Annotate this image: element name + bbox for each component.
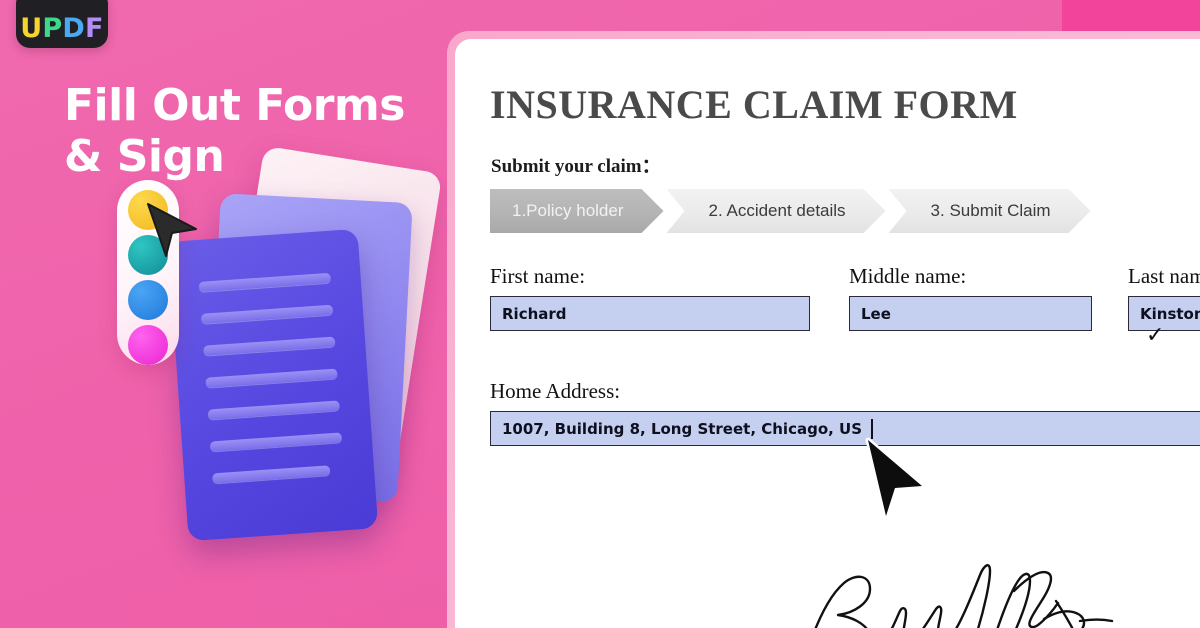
middle-name-input[interactable]: Lee bbox=[849, 296, 1092, 331]
home-address-value: 1007, Building 8, Long Street, Chicago, … bbox=[502, 419, 863, 438]
submit-claim-label: Submit your claim： bbox=[491, 156, 661, 177]
home-address-group: Home Address: 1007, Building 8, Long Str… bbox=[490, 379, 1200, 446]
name-fields-row: First name: Richard Middle name: Lee Las… bbox=[490, 264, 1200, 346]
illustration-document-front bbox=[167, 228, 379, 542]
middle-name-group: Middle name: Lee bbox=[849, 264, 1092, 331]
home-address-input[interactable]: 1007, Building 8, Long Street, Chicago, … bbox=[490, 411, 1200, 446]
palette-dot-magenta[interactable] bbox=[128, 325, 168, 365]
hero-headline: Fill Out Forms & Sign bbox=[64, 80, 484, 183]
first-name-group: First name: Richard bbox=[490, 264, 810, 331]
first-name-label: First name: bbox=[490, 264, 586, 288]
step-progress-bar: 1.Policy holder 2. Accident details 3. S… bbox=[490, 189, 1094, 233]
last-name-group: Last name: Kinston ✓ bbox=[1128, 264, 1200, 346]
step-accident-details[interactable]: 2. Accident details bbox=[667, 189, 886, 233]
headline-line-2: & Sign bbox=[64, 131, 225, 183]
signature-ink[interactable] bbox=[800, 557, 1130, 628]
first-name-input[interactable]: Richard bbox=[490, 296, 810, 331]
last-name-label: Last name: bbox=[1128, 264, 1200, 288]
palette-dot-blue[interactable] bbox=[128, 280, 168, 320]
logo-letter-u: U bbox=[20, 13, 43, 44]
step-submit-claim[interactable]: 3. Submit Claim bbox=[889, 189, 1091, 233]
updf-logo[interactable]: U P D F bbox=[16, 0, 108, 48]
headline-line-1: Fill Out Forms bbox=[64, 80, 405, 131]
logo-letter-f: F bbox=[85, 13, 104, 44]
step-policy-holder[interactable]: 1.Policy holder bbox=[490, 189, 664, 233]
last-name-checkmark-icon: ✓ bbox=[1146, 322, 1165, 347]
cursor-arrow-icon bbox=[147, 203, 197, 257]
logo-letter-p: P bbox=[42, 13, 63, 44]
pointer-cursor-icon bbox=[865, 437, 925, 519]
document-panel: INSURANCE CLAIM FORM Submit your claim： … bbox=[455, 39, 1200, 628]
page-title: INSURANCE CLAIM FORM bbox=[490, 82, 1018, 127]
hero-illustration bbox=[90, 145, 470, 610]
middle-name-label: Middle name: bbox=[849, 264, 967, 288]
logo-letter-d: D bbox=[62, 13, 86, 44]
home-address-label: Home Address: bbox=[490, 379, 621, 403]
